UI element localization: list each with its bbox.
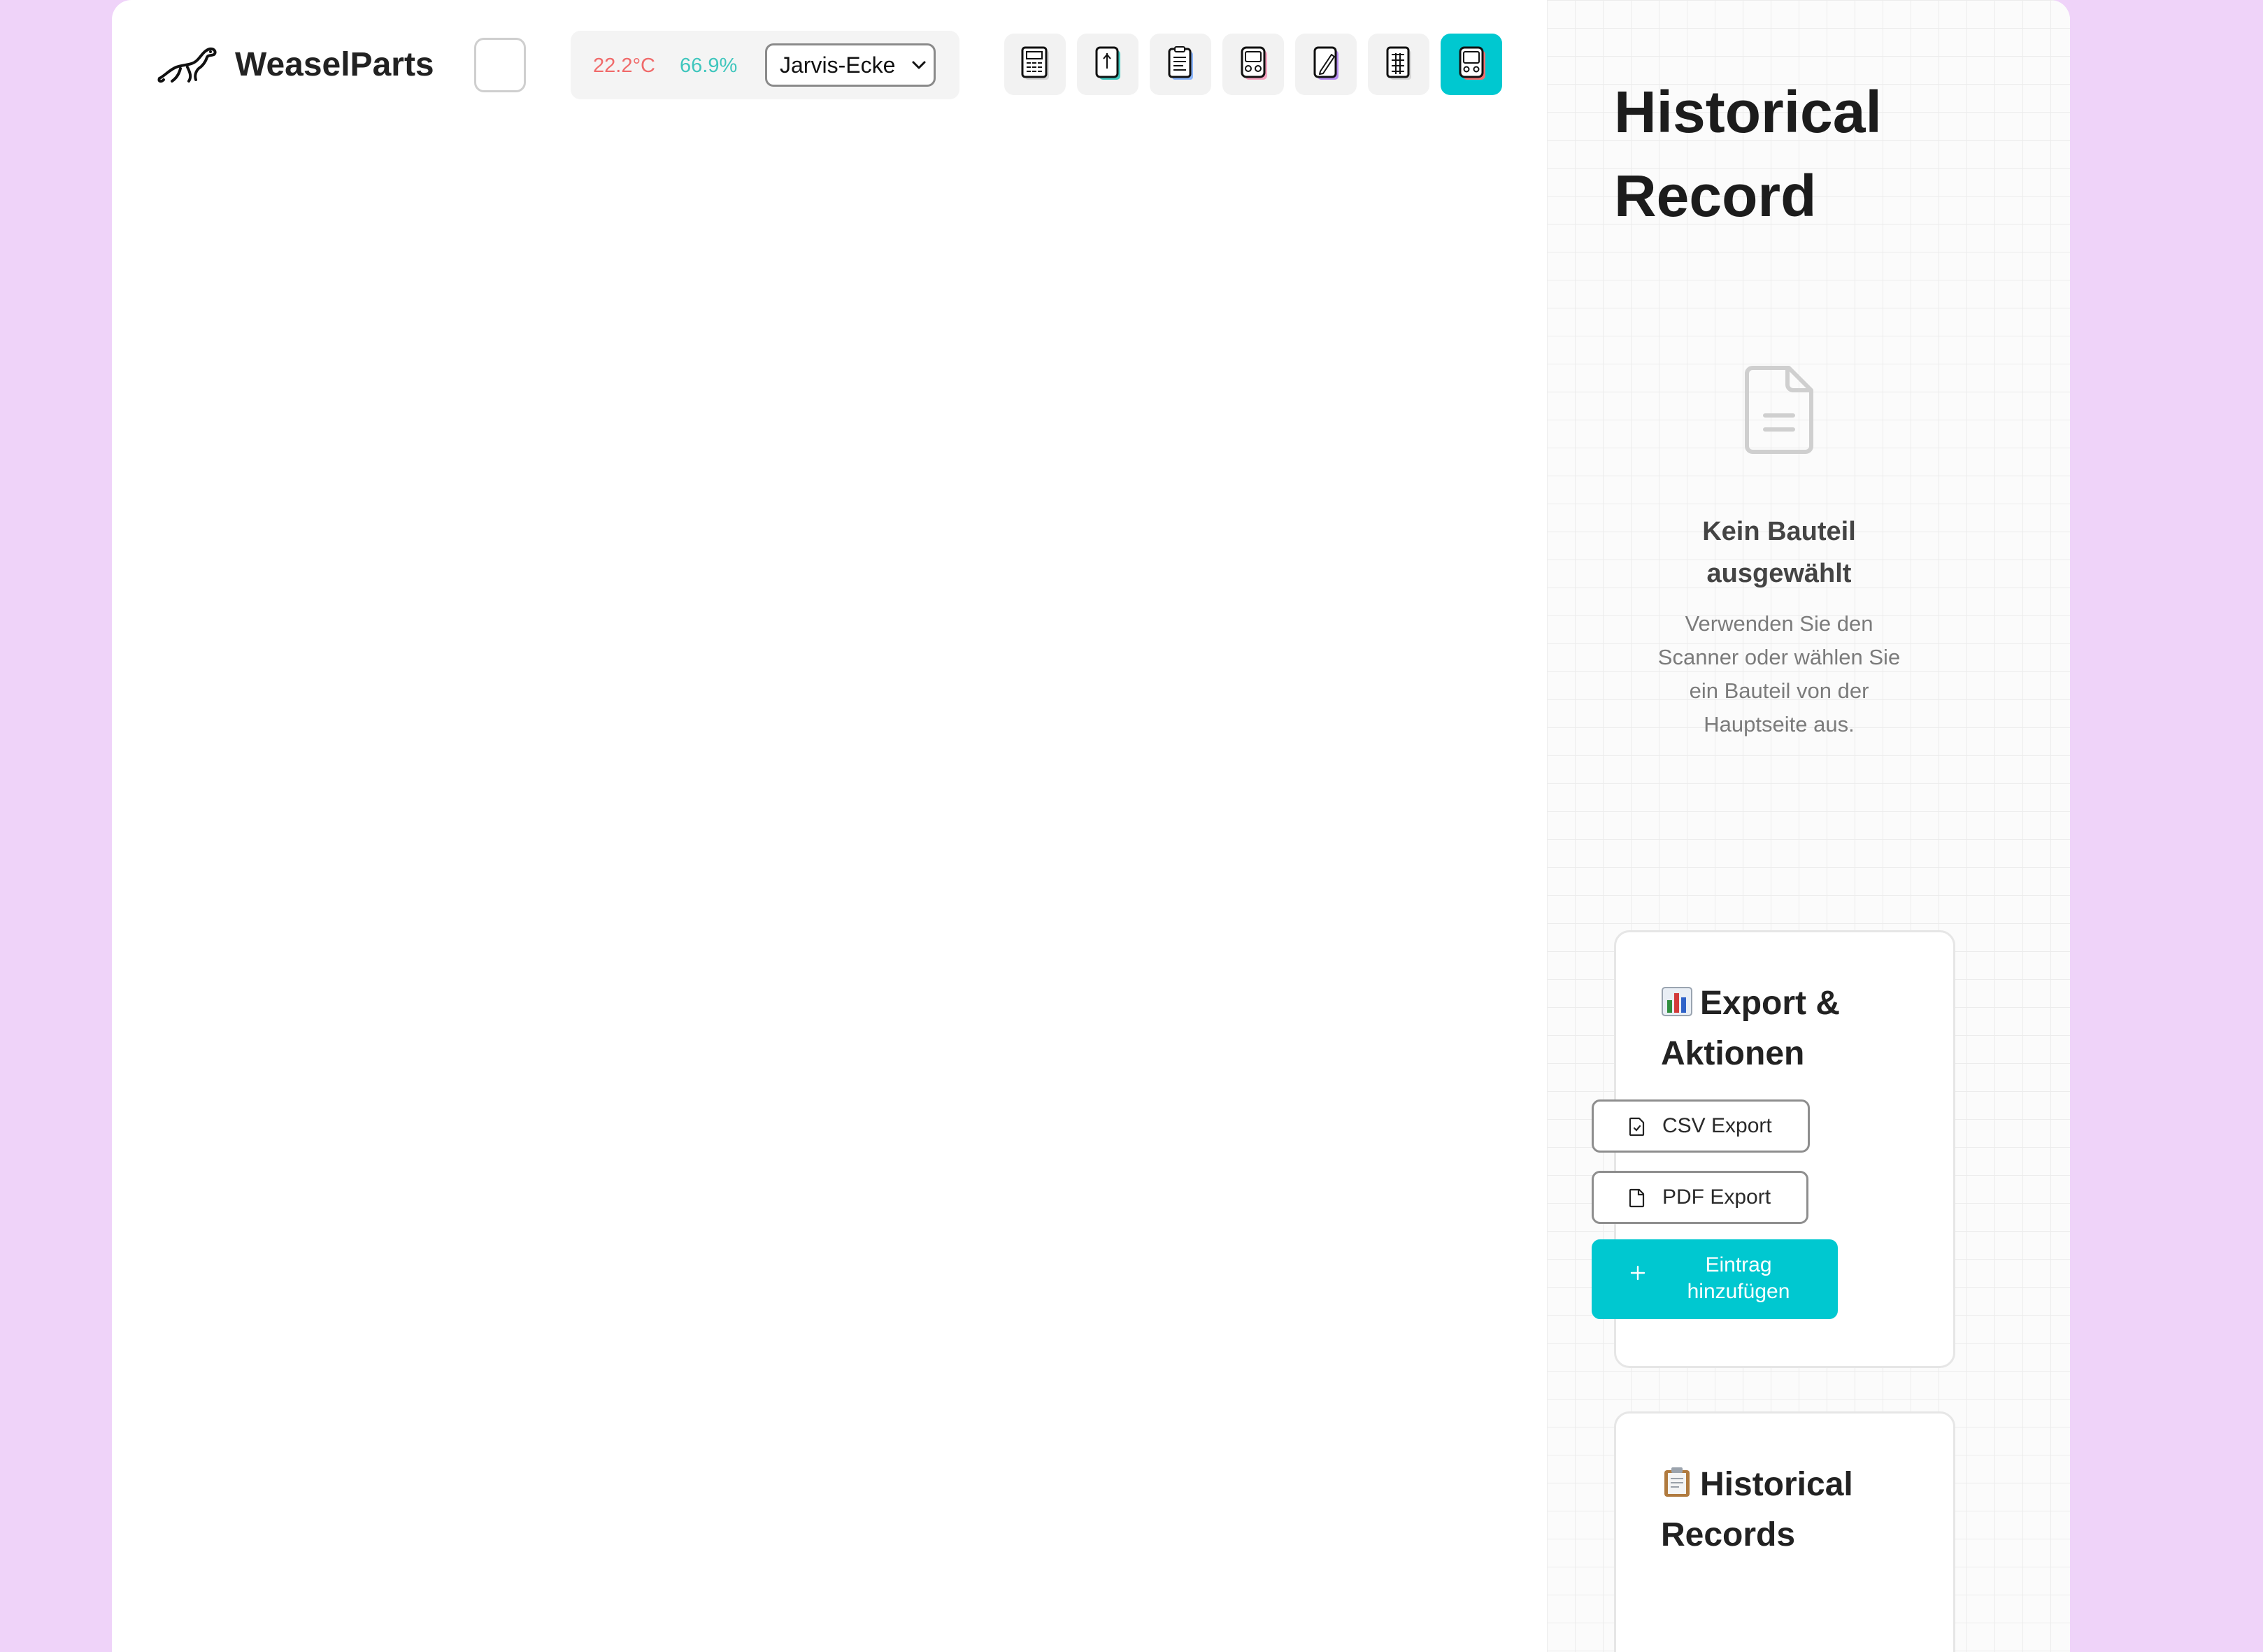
empty-state-title: Kein Bauteil ausgewählt xyxy=(1702,517,1856,588)
humidity-readout: 66.9% xyxy=(680,55,738,77)
temperature-readout: 22.2°C xyxy=(593,55,655,77)
export-card-title: Export & Aktionen xyxy=(1661,978,1927,1079)
plus-icon xyxy=(1630,1265,1646,1281)
environment-panel: 22.2°C 66.9% Jarvis-Ecke xyxy=(571,31,959,99)
tool-pencil-button[interactable] xyxy=(1295,34,1357,95)
tool-phone-button[interactable] xyxy=(1077,34,1138,95)
file-csv-icon xyxy=(1629,1117,1645,1137)
tool-clipboard-button[interactable] xyxy=(1150,34,1211,95)
document-icon xyxy=(1745,366,1813,454)
pencil-icon xyxy=(1313,46,1338,80)
tool-calculator-button[interactable] xyxy=(1004,34,1066,95)
clipboard-emoji-icon xyxy=(1664,1467,1690,1497)
csv-export-button[interactable]: CSV Export xyxy=(1592,1099,1810,1153)
blank-square-button[interactable] xyxy=(474,38,526,92)
radio-icon xyxy=(1459,46,1485,80)
grid-calculator-icon xyxy=(1386,46,1411,80)
weasel-logo-icon xyxy=(157,47,217,83)
pdf-export-button[interactable]: PDF Export xyxy=(1592,1171,1808,1224)
chevron-down-icon xyxy=(912,61,926,69)
empty-state-description: Verwenden Sie den Scanner oder wählen Si… xyxy=(1657,611,1901,736)
location-select-value: Jarvis-Ecke xyxy=(780,52,896,78)
bar-chart-icon xyxy=(1662,987,1692,1016)
history-side-panel: Historical Record Kein Bauteil ausgewähl… xyxy=(1547,0,2070,1652)
file-icon xyxy=(1629,1188,1645,1208)
pdf-export-label: PDF Export xyxy=(1662,1185,1771,1209)
historical-records-card: Historical Records xyxy=(1614,1411,1955,1652)
add-entry-label: Eintrag hinzufügen xyxy=(1687,1253,1790,1303)
top-bar: WeaselParts 22.2°C 66.9% Jarvis-Ecke xyxy=(112,0,1547,133)
calculator-icon xyxy=(1021,46,1049,80)
add-entry-button[interactable]: Eintrag hinzufügen xyxy=(1592,1239,1838,1319)
panel-title: Historical Record xyxy=(1614,79,1882,229)
phone-icon xyxy=(1095,46,1120,80)
brand-name: WeaselParts xyxy=(235,46,434,83)
tool-grid-calculator-button[interactable] xyxy=(1368,34,1429,95)
records-card-title: Historical Records xyxy=(1661,1460,1927,1560)
clipboard-icon xyxy=(1168,46,1193,80)
tool-cassette-button[interactable] xyxy=(1222,34,1284,95)
app-window: WeaselParts 22.2°C 66.9% Jarvis-Ecke His… xyxy=(112,0,2070,1652)
location-select[interactable]: Jarvis-Ecke xyxy=(765,43,936,87)
cassette-icon xyxy=(1241,46,1267,80)
csv-export-label: CSV Export xyxy=(1662,1114,1772,1137)
tool-radio-button[interactable] xyxy=(1441,34,1502,95)
